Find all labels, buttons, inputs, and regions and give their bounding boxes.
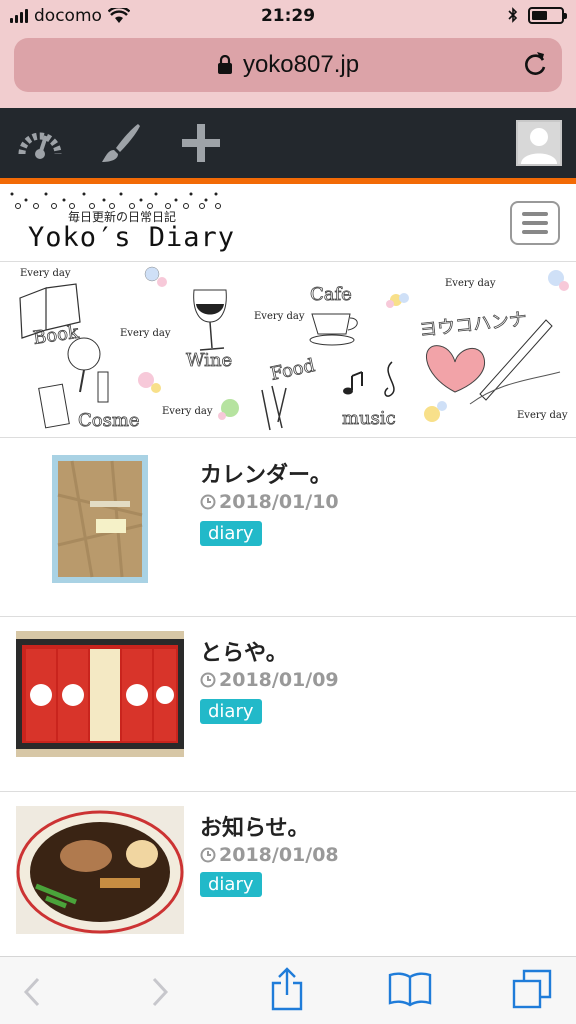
status-bar: docomo 21:29 — [0, 0, 576, 32]
browser-url-area: yoko807.jp — [0, 32, 576, 108]
post-date: 2018/01/09 — [200, 669, 339, 691]
battery-icon — [528, 6, 567, 24]
banner-word-wine: Wine — [186, 350, 232, 371]
banner-label: Every day — [162, 406, 213, 417]
banner-label: Every day — [445, 278, 496, 289]
banner-label: Every day — [517, 410, 568, 421]
bookmarks-icon[interactable] — [388, 971, 432, 1007]
header-banner-image: Every day Every day Every day Every day … — [0, 262, 576, 438]
customize-brush-icon[interactable] — [100, 122, 142, 164]
post-date-text: 2018/01/10 — [219, 491, 339, 513]
post-title[interactable]: お知らせ。 — [200, 810, 310, 842]
banner-word-music: music — [342, 408, 396, 429]
banner-word-cosme: Cosme — [78, 410, 140, 431]
address-bar[interactable]: yoko807.jp — [14, 38, 562, 92]
post-date-text: 2018/01/08 — [219, 844, 339, 866]
post-thumbnail[interactable] — [16, 631, 184, 757]
admin-bar — [0, 108, 576, 178]
hamburger-icon — [522, 212, 548, 216]
back-icon[interactable] — [22, 977, 42, 1007]
banner-word-book: Book — [32, 322, 81, 349]
banner-word-cafe: Cafe — [310, 284, 352, 305]
post-date-text: 2018/01/09 — [219, 669, 339, 691]
url-text: yoko807.jp — [242, 51, 360, 78]
lock-icon — [217, 55, 232, 74]
category-tag[interactable]: diary — [200, 699, 262, 724]
banner-word-food: Food — [269, 355, 317, 385]
clock-icon — [200, 494, 216, 510]
category-tag[interactable]: diary — [200, 872, 262, 897]
site-header: 毎日更新の日常日記 Yoko′s Diary — [0, 184, 576, 262]
dashboard-icon[interactable] — [18, 122, 62, 162]
post-thumbnail[interactable] — [52, 455, 148, 583]
user-icon — [521, 128, 557, 164]
post-date: 2018/01/08 — [200, 844, 339, 866]
clock: 21:29 — [260, 6, 316, 26]
post-title[interactable]: とらや。 — [200, 635, 288, 667]
site-title[interactable]: Yoko′s Diary — [28, 222, 235, 253]
menu-button[interactable] — [510, 201, 560, 245]
clock-icon — [200, 672, 216, 688]
category-tag[interactable]: diary — [200, 521, 262, 546]
user-avatar[interactable] — [516, 120, 562, 166]
banner-label: Every day — [254, 311, 305, 322]
post-item[interactable]: カレンダー。 2018/01/10 diary — [0, 439, 576, 617]
tabs-icon[interactable] — [512, 969, 552, 1009]
banner-label: Every day — [120, 328, 171, 339]
browser-toolbar — [0, 956, 576, 1024]
status-right — [508, 6, 567, 24]
add-new-icon[interactable] — [180, 122, 222, 164]
post-date: 2018/01/10 — [200, 491, 339, 513]
share-icon[interactable] — [270, 967, 304, 1011]
clock-icon — [200, 847, 216, 863]
post-item[interactable]: お知らせ。 2018/01/08 diary — [0, 792, 576, 956]
forward-icon[interactable] — [150, 977, 170, 1007]
banner-label: Every day — [20, 268, 71, 279]
bluetooth-icon — [508, 7, 518, 23]
post-title[interactable]: カレンダー。 — [200, 457, 332, 489]
post-thumbnail[interactable] — [16, 806, 184, 934]
reload-icon[interactable] — [522, 50, 548, 78]
post-item[interactable]: とらや。 2018/01/09 diary — [0, 617, 576, 792]
banner-word-name: ヨウコハンナ — [418, 309, 528, 341]
